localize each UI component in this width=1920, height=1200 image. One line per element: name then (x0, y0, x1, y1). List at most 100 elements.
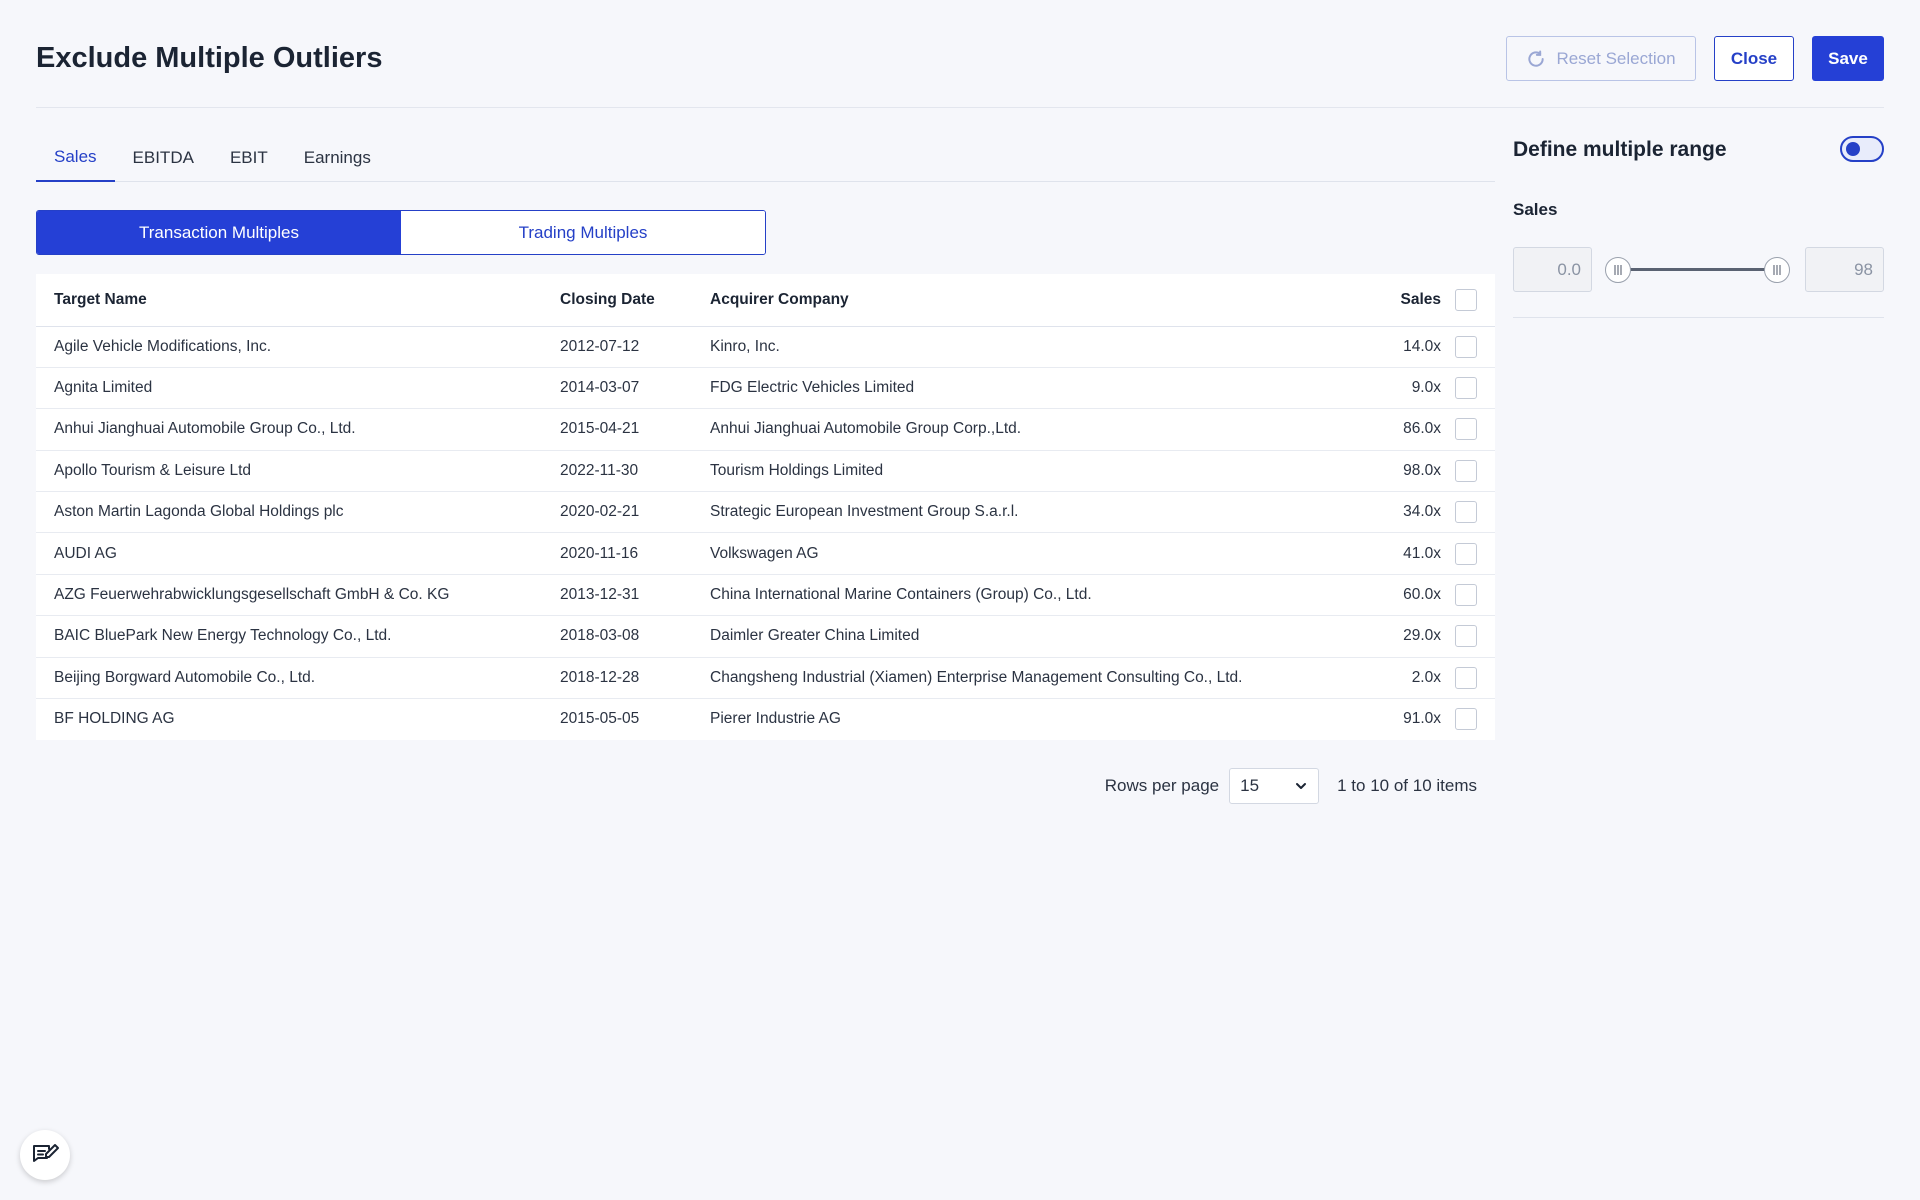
cell-target: Beijing Borgward Automobile Co., Ltd. (36, 657, 542, 700)
cell-target: Aston Martin Lagonda Global Holdings plc (36, 491, 542, 534)
cell-date: 2015-04-21 (542, 408, 692, 451)
cell-acquirer: Changsheng Industrial (Xiamen) Enterpris… (692, 657, 1345, 700)
cell-sales-value: 86.0x (1403, 420, 1441, 438)
table-row: Aston Martin Lagonda Global Holdings plc… (36, 491, 1495, 534)
table-row: Apollo Tourism & Leisure Ltd 2022-11-30 … (36, 450, 1495, 493)
define-range-toggle[interactable] (1840, 136, 1884, 162)
table-row: BAIC BluePark New Energy Technology Co.,… (36, 615, 1495, 658)
table-row: Agnita Limited 2014-03-07 FDG Electric V… (36, 367, 1495, 410)
range-slider-max-handle[interactable] (1764, 257, 1790, 283)
cell-sales: 9.0x (1345, 367, 1495, 410)
row-checkbox[interactable] (1455, 625, 1477, 648)
cell-acquirer: Kinro, Inc. (692, 326, 1345, 368)
page-title: Exclude Multiple Outliers (36, 42, 383, 74)
cell-target: Anhui Jianghuai Automobile Group Co., Lt… (36, 408, 542, 451)
cell-target: BAIC BluePark New Energy Technology Co.,… (36, 615, 542, 658)
outliers-table: Target Name Closing Date Acquirer Compan… (36, 274, 1495, 740)
cell-sales-value: 29.0x (1403, 627, 1441, 645)
row-checkbox[interactable] (1455, 335, 1477, 358)
pagination: Rows per page 15 1 to 10 of 10 items (1105, 768, 1477, 804)
column-header-sales: Sales (1345, 274, 1495, 327)
row-checkbox[interactable] (1455, 584, 1477, 607)
header: Exclude Multiple Outliers Reset Selectio… (36, 0, 1884, 108)
cell-sales-value: 60.0x (1403, 586, 1441, 604)
rows-per-page-label: Rows per page (1104, 776, 1220, 795)
cell-sales-value: 91.0x (1403, 710, 1441, 728)
cell-date: 2015-05-05 (560, 710, 640, 728)
cell-date: 2013-12-31 (542, 574, 692, 617)
table-row: AUDI AG 2020-11-16 Volkswagen AG 41.0x (36, 532, 1495, 575)
cell-sales: 91.0x (1345, 699, 1495, 740)
tab-ebitda[interactable]: EBITDA (115, 107, 212, 181)
cell-target: Agnita Limited (36, 367, 542, 410)
cell-date: 2022-11-30 (542, 450, 692, 493)
header-actions: Reset Selection Close Save (1506, 36, 1884, 81)
rows-per-page-value: 15 (1240, 776, 1260, 795)
feedback-button[interactable] (20, 1130, 70, 1180)
cell-acquirer: Anhui Jianghuai Automobile Group Corp.,L… (692, 408, 1345, 451)
table-row: Anhui Jianghuai Automobile Group Co., Lt… (36, 408, 1495, 451)
row-checkbox[interactable] (1455, 542, 1477, 565)
table-row: BF HOLDING AG 2015-05-05 Pierer Industri… (36, 699, 1495, 740)
cell-date: 2020-11-16 (542, 532, 692, 575)
cell-acquirer: FDG Electric Vehicles Limited (692, 367, 1345, 410)
cell-sales-value: 14.0x (1403, 337, 1441, 355)
cell-sales: 14.0x (1345, 326, 1495, 368)
table-header-row: Target Name Closing Date Acquirer Compan… (36, 274, 1495, 327)
cell-sales: 98.0x (1345, 450, 1495, 493)
grip-lines-icon (1773, 265, 1781, 275)
close-button[interactable]: Close (1714, 36, 1794, 81)
range-title: Define multiple range (1513, 138, 1727, 161)
range-slider-min-handle[interactable] (1605, 257, 1631, 283)
row-checkbox[interactable] (1455, 377, 1477, 400)
pagination-summary: 1 to 10 of 10 items (1337, 776, 1477, 795)
tab-ebit[interactable]: EBIT (212, 107, 286, 181)
select-all-checkbox[interactable] (1455, 288, 1477, 311)
cell-target: Apollo Tourism & Leisure Ltd (36, 450, 542, 493)
save-button[interactable]: Save (1812, 36, 1884, 81)
rows-per-page-select[interactable]: 15 (1229, 768, 1320, 804)
table-row: Beijing Borgward Automobile Co., Ltd. 20… (36, 657, 1495, 700)
cell-sales-value: 34.0x (1403, 503, 1441, 521)
range-label: Sales (1513, 200, 1558, 219)
cell-acquirer: China International Marine Containers (G… (692, 574, 1345, 617)
tab-sales[interactable]: Sales (36, 108, 115, 182)
transaction-multiples-button[interactable]: Transaction Multiples (37, 211, 401, 254)
cell-sales: 29.0x (1345, 615, 1495, 658)
chevron-down-icon (1296, 783, 1307, 789)
cell-target: AZG Feuerwehrabwicklungsgesellschaft Gmb… (36, 574, 542, 617)
table-row: AZG Feuerwehrabwicklungsgesellschaft Gmb… (36, 574, 1495, 617)
toggle-knob (1846, 142, 1860, 156)
column-header-sales-label[interactable]: Sales (1400, 291, 1441, 308)
column-header-acquirer[interactable]: Acquirer Company (692, 274, 1345, 327)
metric-tabs: Sales EBITDA EBIT Earnings (36, 108, 1495, 182)
trading-multiples-button[interactable]: Trading Multiples (401, 211, 765, 254)
row-checkbox[interactable] (1455, 708, 1477, 731)
cell-date: 2014-03-07 (542, 367, 692, 410)
tab-earnings[interactable]: Earnings (286, 107, 389, 181)
column-header-target[interactable]: Target Name (36, 274, 542, 327)
cell-target: AUDI AG (36, 532, 542, 575)
row-checkbox[interactable] (1455, 418, 1477, 441)
range-min-input[interactable]: 0.0 (1513, 247, 1592, 292)
range-max-input[interactable]: 98 (1805, 247, 1884, 292)
multiples-type-toggle: Transaction Multiples Trading Multiples (36, 210, 766, 255)
cell-sales-value: 98.0x (1403, 461, 1441, 479)
reset-selection-button[interactable]: Reset Selection (1506, 36, 1696, 81)
column-header-date[interactable]: Closing Date (542, 274, 692, 327)
row-checkbox[interactable] (1455, 501, 1477, 524)
cell-acquirer: Daimler Greater China Limited (692, 615, 1345, 658)
grip-lines-icon (1614, 265, 1622, 275)
row-checkbox[interactable] (1455, 666, 1477, 689)
cell-sales: 60.0x (1345, 574, 1495, 617)
outliers-panel: Sales EBITDA EBIT Earnings Transaction M… (36, 108, 1495, 804)
cell-acquirer: Volkswagen AG (692, 532, 1345, 575)
cell-sales-value: 2.0x (1411, 668, 1441, 686)
cell-date: 2020-02-21 (542, 491, 692, 534)
cell-sales-value: 9.0x (1411, 379, 1441, 397)
range-slider-track[interactable] (1618, 268, 1778, 271)
cell-sales: 41.0x (1345, 532, 1495, 575)
cell-acquirer: Strategic European Investment Group S.a.… (692, 491, 1345, 534)
cell-date: 2012-07-12 (542, 326, 692, 368)
row-checkbox[interactable] (1455, 459, 1477, 482)
